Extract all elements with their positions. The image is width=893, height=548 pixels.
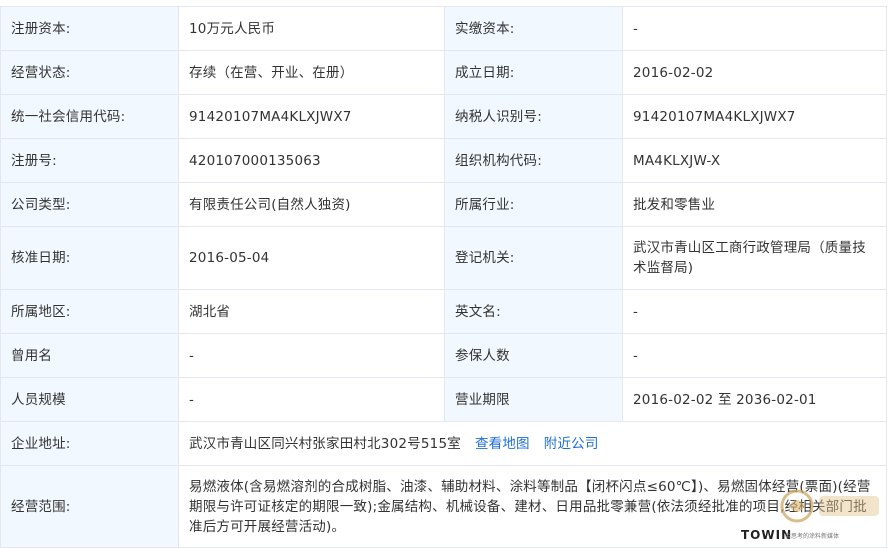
field-label: 核准日期: [1,227,179,290]
field-value: - [623,334,887,378]
field-value: 91420107MA4KLXJWX7 [179,95,445,139]
field-label: 登记机关: [445,227,623,290]
field-label: 营业期限 [445,378,623,422]
field-value: 批发和零售业 [623,183,887,227]
table-row: 经营状态: 存续（在营、开业、在册） 成立日期: 2016-02-02 [1,51,887,95]
address-value: 武汉市青山区同兴村张家田村北302号515室 [189,436,461,452]
field-value: 10万元人民币 [179,7,445,51]
field-label: 成立日期: [445,51,623,95]
table-row: 统一社会信用代码: 91420107MA4KLXJWX7 纳税人识别号: 914… [1,95,887,139]
address-row: 企业地址: 武汉市青山区同兴村张家田村北302号515室查看地图附近公司 [1,422,887,466]
field-label: 实缴资本: [445,7,623,51]
field-value: 420107000135063 [179,139,445,183]
field-value: - [623,290,887,334]
field-value: 2016-02-02 至 2036-02-01 [623,378,887,422]
field-label: 英文名: [445,290,623,334]
field-value: 存续（在营、开业、在册） [179,51,445,95]
nearby-companies-link[interactable]: 附近公司 [544,436,599,452]
field-label: 人员规模 [1,378,179,422]
table-row: 人员规模 - 营业期限 2016-02-02 至 2036-02-01 [1,378,887,422]
view-map-link[interactable]: 查看地图 [475,436,530,452]
field-value: 有限责任公司(自然人独资) [179,183,445,227]
field-value: - [179,334,445,378]
field-label: 公司类型: [1,183,179,227]
field-label: 曾用名 [1,334,179,378]
field-label: 组织机构代码: [445,139,623,183]
field-label: 所属地区: [1,290,179,334]
field-value: - [179,378,445,422]
table-row: 注册资本: 10万元人民币 实缴资本: - [1,7,887,51]
table-row: 核准日期: 2016-05-04 登记机关: 武汉市青山区工商行政管理局（质量技… [1,227,887,290]
field-label: 注册资本: [1,7,179,51]
field-value: MA4KLXJW-X [623,139,887,183]
field-value: 91420107MA4KLXJWX7 [623,95,887,139]
field-value: 2016-02-02 [623,51,887,95]
address-label: 企业地址: [1,422,179,466]
field-value: 武汉市青山区工商行政管理局（质量技术监督局) [623,227,887,290]
scope-label: 经营范围: [1,466,179,548]
table-row: 公司类型: 有限责任公司(自然人独资) 所属行业: 批发和零售业 [1,183,887,227]
company-info-table: 注册资本: 10万元人民币 实缴资本: - 经营状态: 存续（在营、开业、在册）… [0,6,887,548]
field-label: 纳税人识别号: [445,95,623,139]
table-row: 所属地区: 湖北省 英文名: - [1,290,887,334]
field-value: - [623,7,887,51]
watermark-logo-icon [779,488,883,524]
address-cell: 武汉市青山区同兴村张家田村北302号515室查看地图附近公司 [179,422,887,466]
field-value: 2016-05-04 [179,227,445,290]
field-value: 湖北省 [179,290,445,334]
field-label: 参保人数 [445,334,623,378]
watermark-tagline: 会思考的涂料新媒体 [785,531,839,540]
table-row: 曾用名 - 参保人数 - [1,334,887,378]
field-label: 经营状态: [1,51,179,95]
field-label: 注册号: [1,139,179,183]
watermark: TOWIN 会思考的涂料新媒体 [737,486,887,544]
table-row: 注册号: 420107000135063 组织机构代码: MA4KLXJW-X [1,139,887,183]
field-label: 统一社会信用代码: [1,95,179,139]
field-label: 所属行业: [445,183,623,227]
